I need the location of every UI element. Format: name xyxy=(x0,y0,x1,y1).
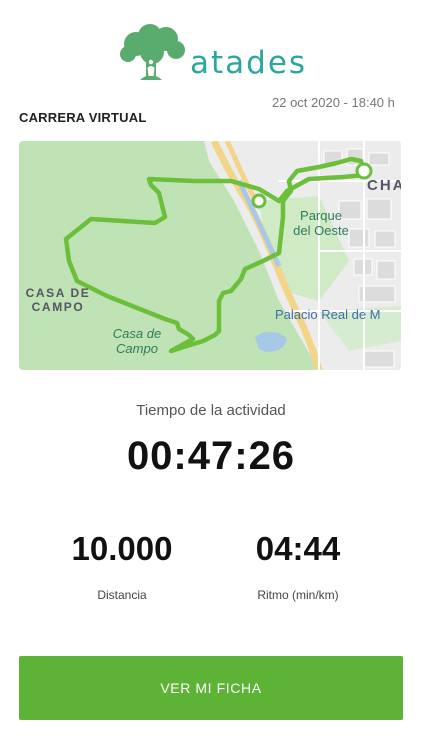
map-label-casa-de-campo: Casa de Campo xyxy=(112,326,162,356)
activity-time-label: Tiempo de la actividad xyxy=(136,402,286,419)
route-end-marker xyxy=(355,162,373,180)
brand-name: atades xyxy=(190,45,308,81)
map-label-park: Parque del Oeste xyxy=(293,208,349,238)
lake xyxy=(255,331,287,352)
distance-label: Distancia xyxy=(97,588,147,602)
tree-icon xyxy=(120,24,185,80)
activity-datetime: 22 oct 2020 - 18:40 h xyxy=(272,95,395,110)
activity-time-value: 00:47:26 xyxy=(126,434,296,478)
map-canvas xyxy=(63,141,401,370)
atades-logo: atades xyxy=(118,24,318,86)
route-map[interactable]: CHA Parque del Oeste Palacio Real de M C… xyxy=(19,141,401,370)
map-label-palace: Palacio Real de M xyxy=(275,307,381,322)
route-start-marker xyxy=(251,193,267,209)
pace-value: 04:44 xyxy=(255,530,341,567)
map-label-casa-de-campo-district: CASA DE CAMPO xyxy=(25,286,91,314)
view-my-record-button[interactable]: VER MI FICHA xyxy=(19,656,403,720)
pace-label: Ritmo (min/km) xyxy=(257,588,339,602)
section-title: CARRERA VIRTUAL xyxy=(19,110,147,125)
distance-value: 10.000 xyxy=(71,530,173,567)
map-label-district: CHA xyxy=(367,177,401,194)
